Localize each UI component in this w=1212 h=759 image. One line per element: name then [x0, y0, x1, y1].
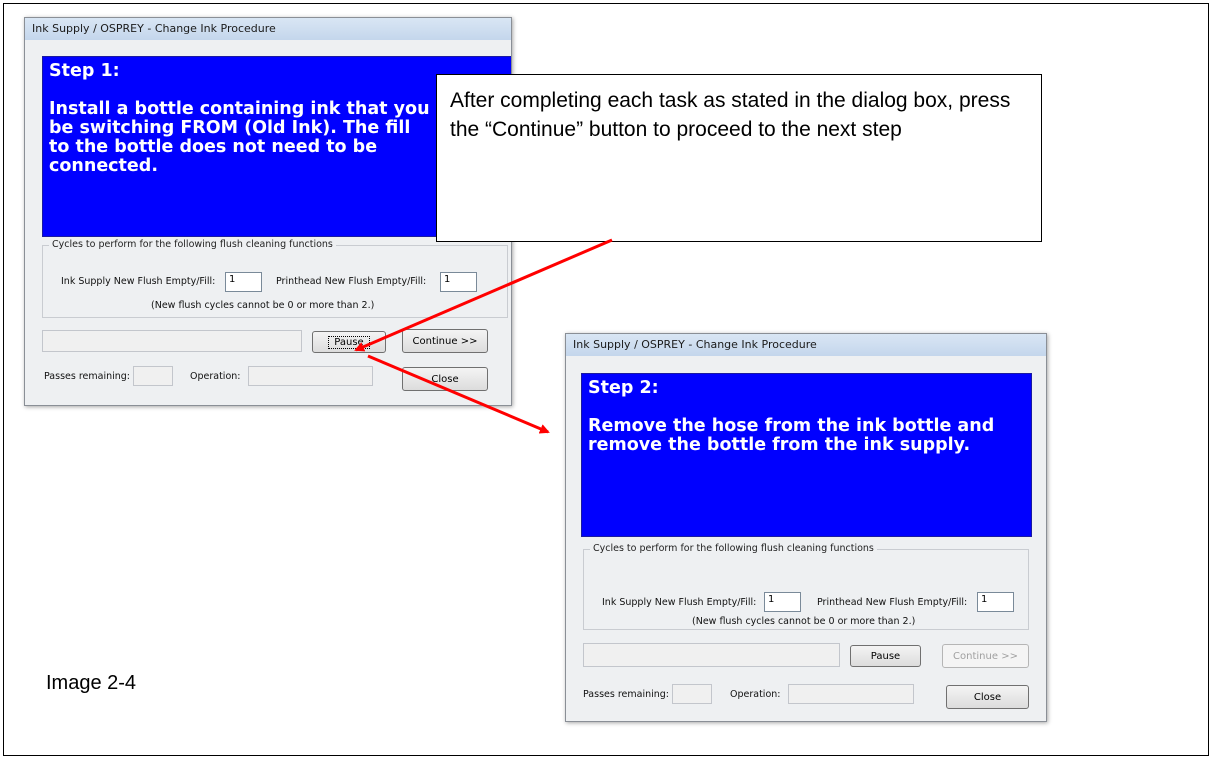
- progress-bar: [583, 643, 840, 667]
- operation-field: [788, 684, 914, 704]
- group-legend: Cycles to perform for the following flus…: [49, 239, 336, 250]
- flush-cycles-group: Cycles to perform for the following flus…: [42, 239, 508, 318]
- close-button[interactable]: Close: [402, 367, 488, 391]
- ink-supply-flush-input[interactable]: 1: [225, 272, 262, 292]
- continue-button[interactable]: Continue >>: [942, 644, 1029, 668]
- flush-cycles-note: (New flush cycles cannot be 0 or more th…: [151, 300, 375, 311]
- step-message: Remove the hose from the ink bottle and …: [588, 416, 995, 455]
- ink-supply-flush-input[interactable]: 1: [764, 592, 801, 612]
- ink-supply-flush-label: Ink Supply New Flush Empty/Fill:: [602, 597, 757, 608]
- continue-button[interactable]: Continue >>: [402, 329, 488, 353]
- operation-label: Operation:: [730, 689, 781, 700]
- pause-label: Pause: [328, 335, 370, 349]
- printhead-flush-input[interactable]: 1: [977, 592, 1014, 612]
- pause-button[interactable]: Pause: [312, 331, 386, 353]
- printhead-flush-label: Printhead New Flush Empty/Fill:: [817, 597, 968, 608]
- progress-bar: [42, 330, 302, 352]
- printhead-flush-label: Printhead New Flush Empty/Fill:: [276, 276, 427, 287]
- change-ink-dialog-step2: Ink Supply / OSPREY - Change Ink Procedu…: [565, 333, 1047, 722]
- operation-label: Operation:: [190, 371, 241, 382]
- printhead-flush-input[interactable]: 1: [440, 272, 477, 292]
- flush-cycles-note: (New flush cycles cannot be 0 or more th…: [692, 616, 916, 627]
- dialog-title: Ink Supply / OSPREY - Change Ink Procedu…: [566, 334, 1046, 356]
- passes-remaining-field: [672, 684, 712, 704]
- passes-remaining-field: [133, 366, 173, 386]
- flush-cycles-group: Cycles to perform for the following flus…: [583, 543, 1029, 630]
- instruction-callout: After completing each task as stated in …: [436, 74, 1042, 242]
- step-instruction-panel: Step 2: Remove the hose from the ink bot…: [581, 373, 1032, 537]
- step-heading: Step 2:: [588, 378, 659, 398]
- image-caption: Image 2-4: [46, 672, 137, 694]
- pause-button[interactable]: Pause: [850, 645, 921, 667]
- passes-remaining-label: Passes remaining:: [44, 371, 131, 382]
- close-button[interactable]: Close: [946, 685, 1029, 709]
- ink-supply-flush-label: Ink Supply New Flush Empty/Fill:: [61, 276, 216, 287]
- dialog-title: Ink Supply / OSPREY - Change Ink Procedu…: [25, 18, 511, 40]
- operation-field: [248, 366, 373, 386]
- group-legend: Cycles to perform for the following flus…: [590, 543, 877, 554]
- passes-remaining-label: Passes remaining:: [583, 689, 670, 700]
